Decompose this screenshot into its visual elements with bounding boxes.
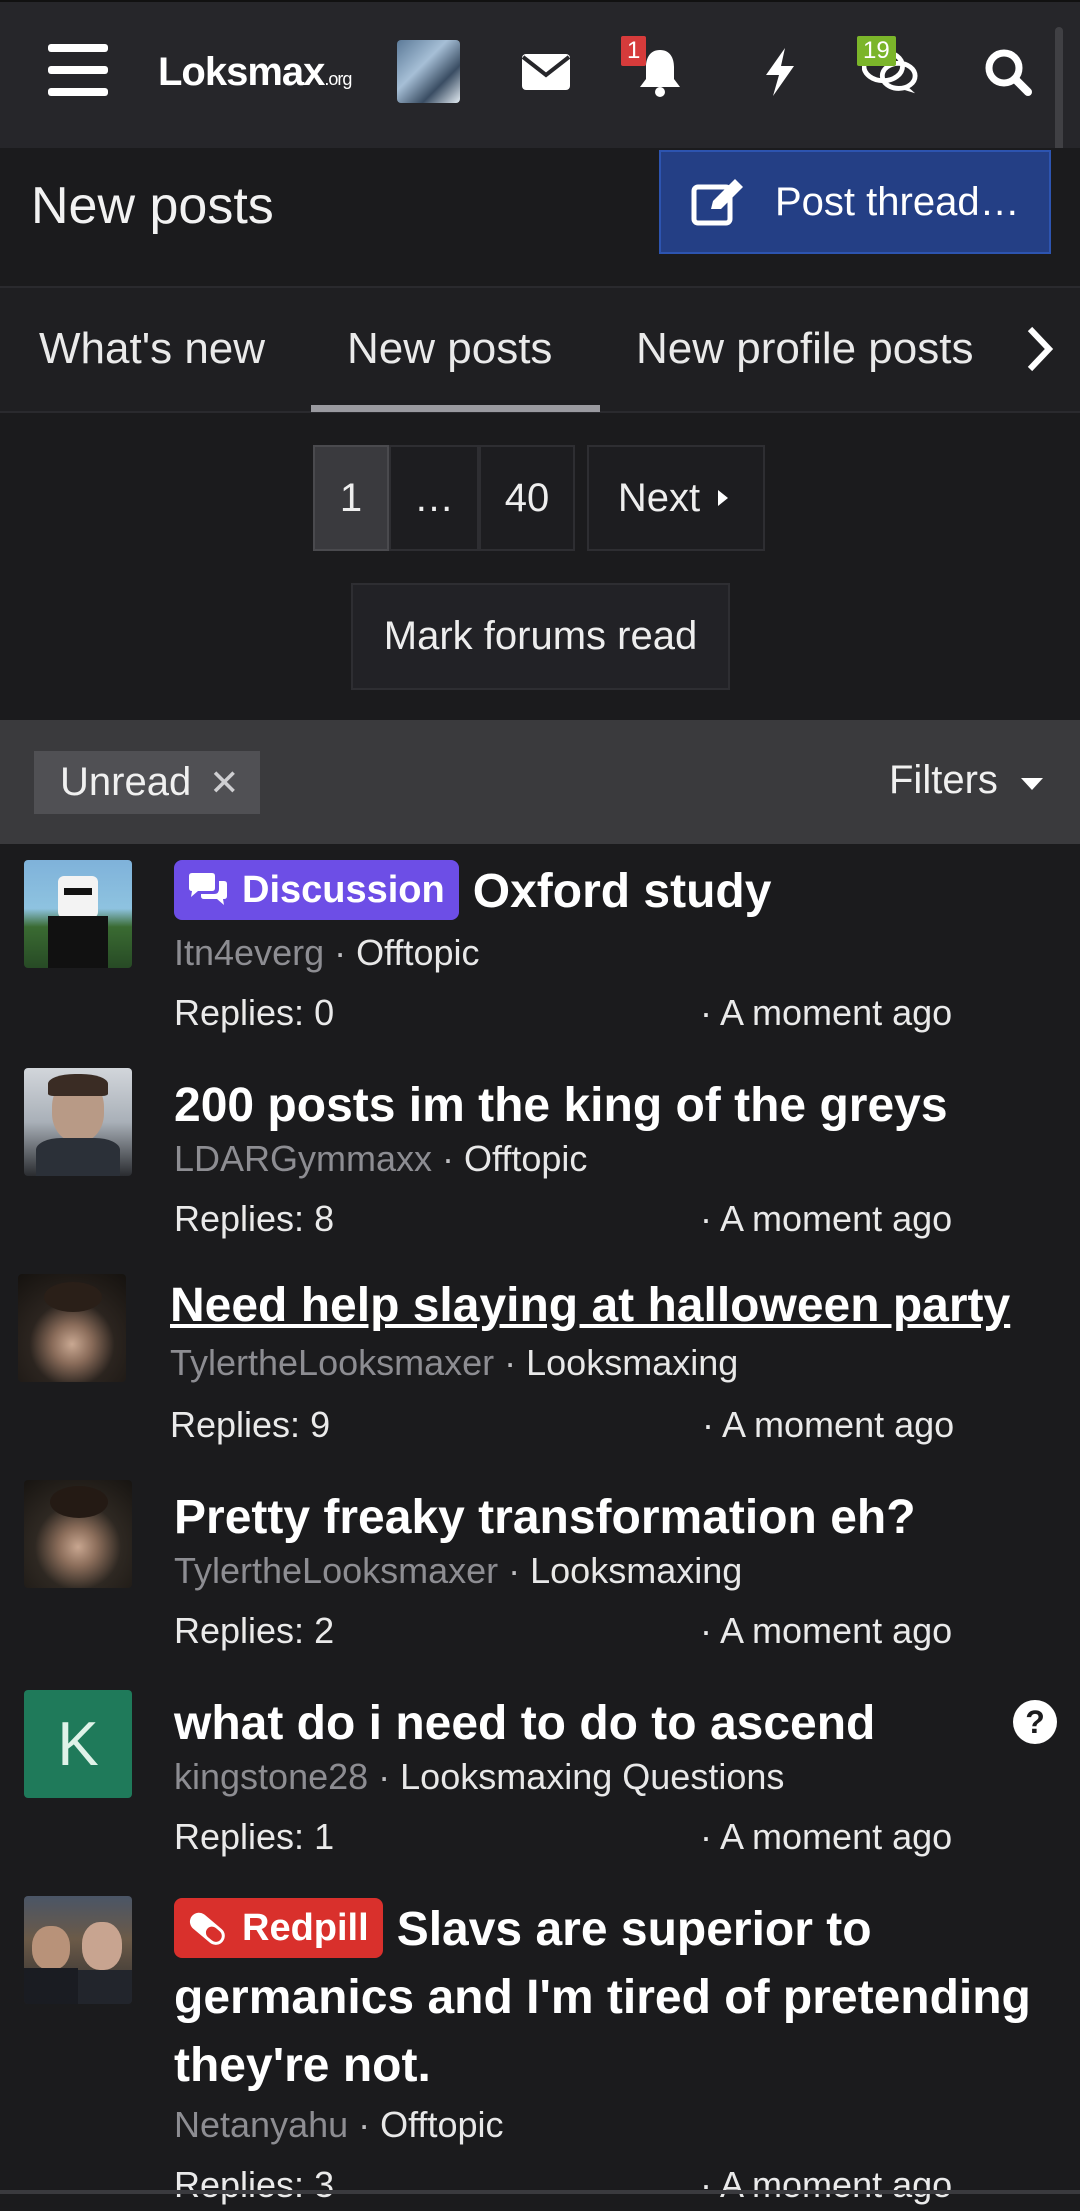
post-thread-button[interactable]: Post thread… — [659, 150, 1051, 254]
avatar[interactable]: K — [24, 1690, 132, 1798]
thread-meta: TylertheLooksmaxer · Looksmaxing — [174, 1550, 743, 1591]
thread-title[interactable]: Discussion Oxford study — [174, 860, 772, 924]
close-icon[interactable]: ✕ — [209, 762, 239, 804]
thread-author[interactable]: Netanyahu — [174, 2104, 348, 2145]
thread-forum[interactable]: Offtopic — [464, 1138, 587, 1179]
filters-dropdown[interactable]: Filters — [889, 758, 1045, 803]
page-title: New posts — [31, 177, 274, 235]
avatar[interactable] — [24, 860, 132, 968]
user-avatar[interactable] — [397, 40, 460, 103]
discussion-prefix[interactable]: Discussion — [174, 860, 459, 921]
thread-title[interactable]: Redpill Slavs are superior to — [174, 1898, 872, 1962]
edit-icon — [691, 179, 743, 226]
avatar[interactable] — [18, 1274, 126, 1382]
redpill-prefix[interactable]: Redpill — [174, 1898, 383, 1959]
thread-last-post-time[interactable]: · A moment ago — [700, 992, 952, 1034]
lightning-icon[interactable] — [752, 46, 808, 98]
avatar[interactable] — [24, 1068, 132, 1176]
chevron-right-icon[interactable] — [1025, 324, 1055, 379]
next-label: Next — [617, 475, 701, 520]
thread-author[interactable]: TylertheLooksmaxer — [170, 1342, 494, 1383]
pagination: 1 … 40 Next — [313, 445, 765, 552]
tab-new-posts[interactable]: New posts — [347, 324, 552, 374]
prefix-label: Redpill — [242, 1906, 369, 1949]
thread-replies: Replies: 2 — [174, 1610, 335, 1651]
menu-icon[interactable] — [48, 44, 108, 96]
mark-forums-read-button[interactable]: Mark forums read — [351, 583, 730, 690]
caret-right-icon — [718, 490, 729, 506]
chat-bubbles-icon — [189, 873, 227, 906]
logo-suffix: .org — [324, 69, 352, 89]
thread-title[interactable]: Need help slaying at halloween party — [170, 1278, 1010, 1333]
thread-replies: Replies: 3 — [174, 2164, 335, 2205]
avatar[interactable] — [24, 1896, 132, 2004]
thread-last-post-time[interactable]: · A moment ago — [700, 1816, 952, 1858]
thread-title-line-1: Slavs are superior to — [396, 1903, 872, 1956]
thread-last-post-time[interactable]: · A moment ago — [700, 2164, 952, 2206]
search-icon[interactable] — [980, 46, 1036, 98]
thread-last-post-time[interactable]: · A moment ago — [702, 1404, 954, 1446]
caret-down-icon — [1021, 778, 1044, 790]
thread-forum[interactable]: Looksmaxing — [526, 1342, 738, 1383]
avatar[interactable] — [24, 1480, 132, 1588]
bottom-divider — [0, 2190, 1080, 2194]
page-ellipsis-button[interactable]: … — [389, 445, 479, 551]
logo-text: Loksmax — [158, 50, 325, 94]
thread-last-post-time[interactable]: · A moment ago — [700, 1610, 952, 1652]
next-page-button[interactable]: Next — [587, 445, 765, 551]
filter-bar: Unread ✕ Filters — [0, 720, 1080, 844]
thread-meta: kingstone28 · Looksmaxing Questions — [174, 1756, 785, 1797]
page-title-row: New posts Post thread… — [0, 148, 1080, 288]
thread-replies: Replies: 8 — [174, 1198, 335, 1239]
tab-new-profile-posts[interactable]: New profile posts — [636, 324, 996, 374]
thread-title[interactable]: Pretty freaky transformation eh? — [174, 1490, 916, 1545]
filters-label: Filters — [889, 758, 998, 802]
whats-new-tabs: What's new New posts New profile posts — [0, 286, 1080, 413]
thread-meta: LDARGymmaxx · Offtopic — [174, 1138, 588, 1179]
question-icon: ? — [1013, 1700, 1057, 1744]
active-tab-indicator — [311, 405, 600, 412]
top-navigation-bar: Loksmax.org 1 19 — [0, 0, 1080, 197]
thread-title[interactable]: 200 posts im the king of the greys — [174, 1078, 948, 1133]
thread-forum[interactable]: Looksmaxing Questions — [400, 1756, 784, 1797]
thread-meta: Netanyahu · Offtopic — [174, 2104, 504, 2145]
thread-author[interactable]: Itn4everg — [174, 932, 324, 973]
thread-forum[interactable]: Looksmaxing — [530, 1550, 742, 1591]
unread-chip-label: Unread — [60, 760, 192, 804]
thread-title-text: Oxford study — [472, 865, 772, 918]
thread-forum[interactable]: Offtopic — [380, 2104, 503, 2145]
page-1-button[interactable]: 1 — [313, 445, 389, 551]
thread-forum[interactable]: Offtopic — [356, 932, 479, 973]
prefix-label: Discussion — [242, 868, 445, 911]
conversations-badge: 19 — [857, 36, 896, 66]
thread-author[interactable]: TylertheLooksmaxer — [174, 1550, 498, 1591]
unread-filter-chip[interactable]: Unread ✕ — [34, 751, 260, 814]
thread-last-post-time[interactable]: · A moment ago — [700, 1198, 952, 1240]
thread-title-line-2[interactable]: germanics and I'm tired of pretending — [174, 1970, 1031, 2025]
thread-meta: TylertheLooksmaxer · Looksmaxing — [170, 1342, 739, 1383]
thread-author[interactable]: LDARGymmaxx — [174, 1138, 432, 1179]
pill-icon — [189, 1913, 225, 1946]
thread-replies: Replies: 9 — [170, 1404, 331, 1445]
thread-title-line-3[interactable]: they're not. — [174, 2038, 431, 2093]
post-thread-label: Post thread… — [775, 179, 1020, 224]
page-40-button[interactable]: 40 — [479, 445, 575, 551]
thread-title[interactable]: what do i need to do to ascend — [174, 1696, 875, 1751]
thread-replies: Replies: 0 — [174, 992, 335, 1033]
tab-whats-new[interactable]: What's new — [39, 324, 265, 374]
alerts-badge: 1 — [621, 36, 647, 66]
thread-author[interactable]: kingstone28 — [174, 1756, 368, 1797]
mail-icon[interactable] — [518, 46, 574, 98]
thread-replies: Replies: 1 — [174, 1816, 335, 1857]
site-logo[interactable]: Loksmax.org — [158, 50, 352, 95]
thread-meta: Itn4everg · Offtopic — [174, 932, 480, 973]
